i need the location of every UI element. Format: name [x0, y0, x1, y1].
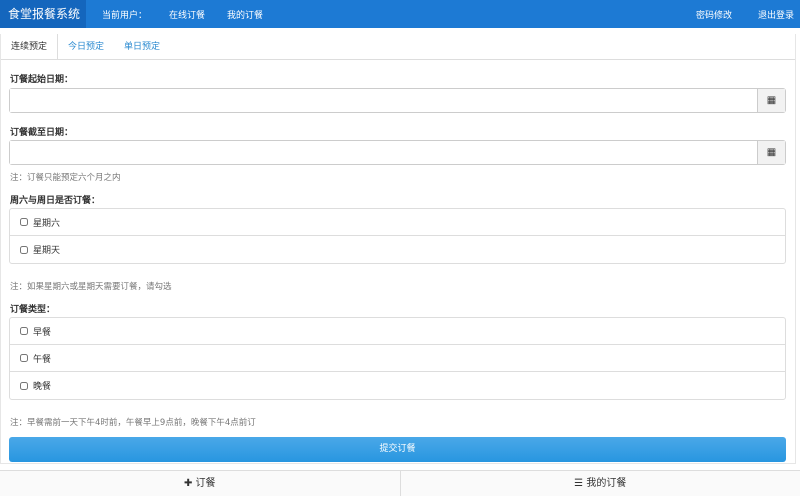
- tab-today[interactable]: 今日预定: [58, 34, 114, 59]
- option-label: 午餐: [33, 352, 51, 365]
- end-date-field: ▦: [9, 140, 786, 165]
- current-user-label: 当前用户：: [96, 8, 153, 21]
- footer-order-button[interactable]: ✚ 订餐: [0, 471, 401, 496]
- calendar-icon[interactable]: ▦: [757, 89, 785, 112]
- start-date-field: ▦: [9, 88, 786, 113]
- option-label: 早餐: [33, 325, 51, 338]
- nav-my-orders[interactable]: 我的订餐: [221, 8, 269, 21]
- sunday-checkbox[interactable]: [20, 246, 28, 254]
- list-icon: ☰: [574, 478, 583, 489]
- breakfast-checkbox[interactable]: [20, 327, 28, 335]
- plus-icon: ✚: [184, 478, 192, 489]
- footer-my-orders-label: 我的订餐: [586, 478, 626, 489]
- date-note: 注：订餐只能预定六个月之内: [10, 171, 121, 183]
- end-date-input[interactable]: [10, 141, 757, 164]
- tabs: 连续预定 今日预定 单日预定: [1, 34, 795, 60]
- start-date-label: 订餐起始日期：: [10, 72, 73, 85]
- nav-change-password[interactable]: 密码修改: [690, 8, 738, 21]
- bottom-bar: ✚ 订餐 ☰ 我的订餐: [0, 470, 800, 496]
- top-navbar: 食堂报餐系统 当前用户： 在线订餐 我的订餐 密码修改 退出登录: [0, 0, 800, 28]
- tab-continuous[interactable]: 连续预定: [1, 34, 58, 59]
- meal-type-options: 早餐 午餐 晚餐: [9, 317, 786, 400]
- option-dinner[interactable]: 晚餐: [10, 372, 785, 399]
- lunch-checkbox[interactable]: [20, 354, 28, 362]
- footer-order-label: 订餐: [196, 478, 216, 489]
- weekend-note: 注：如果星期六或星期天需要订餐，请勾选: [10, 280, 172, 292]
- meal-type-label: 订餐类型：: [10, 302, 55, 315]
- submit-order-button[interactable]: 提交订餐: [9, 437, 786, 462]
- nav-logout[interactable]: 退出登录: [752, 8, 800, 21]
- option-label: 星期天: [33, 243, 60, 256]
- brand[interactable]: 食堂报餐系统: [0, 0, 86, 28]
- saturday-checkbox[interactable]: [20, 218, 28, 226]
- option-sunday[interactable]: 星期天: [10, 236, 785, 263]
- option-label: 晚餐: [33, 379, 51, 392]
- calendar-icon[interactable]: ▦: [757, 141, 785, 164]
- end-date-label: 订餐截至日期：: [10, 125, 73, 138]
- tab-single-day[interactable]: 单日预定: [114, 34, 170, 59]
- start-date-input[interactable]: [10, 89, 757, 112]
- option-lunch[interactable]: 午餐: [10, 345, 785, 372]
- dinner-checkbox[interactable]: [20, 382, 28, 390]
- meal-type-note: 注：早餐需前一天下午4时前，午餐早上9点前，晚餐下午4点前订: [10, 416, 256, 428]
- footer-my-orders-button[interactable]: ☰ 我的订餐: [401, 471, 800, 496]
- weekend-options: 星期六 星期天: [9, 208, 786, 264]
- weekend-label: 周六与周日是否订餐：: [10, 193, 100, 206]
- nav-online-order[interactable]: 在线订餐: [163, 8, 211, 21]
- option-breakfast[interactable]: 早餐: [10, 318, 785, 345]
- option-saturday[interactable]: 星期六: [10, 209, 785, 236]
- option-label: 星期六: [33, 216, 60, 229]
